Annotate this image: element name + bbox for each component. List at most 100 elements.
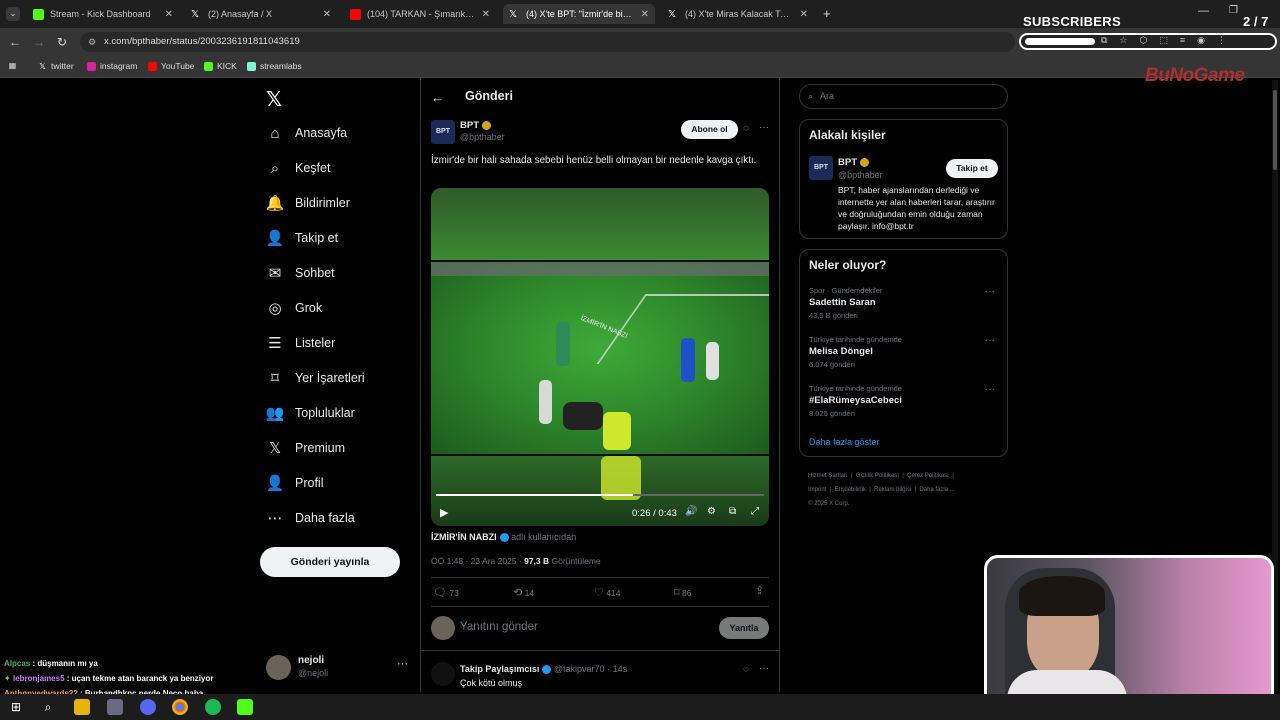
reply-text: Çok kötü olmuş (460, 678, 523, 688)
site-info-icon[interactable]: ⚙ (88, 32, 96, 52)
reload-icon[interactable]: ↻ (57, 35, 67, 49)
nav-item-premium[interactable]: 𝕏 Premium (266, 439, 345, 457)
close-tab-icon[interactable]: ✕ (482, 9, 490, 20)
apps-grid-icon[interactable]: ▦ (8, 61, 21, 70)
tab-youtube-tarkan[interactable]: (104) TARKAN - Şımarık (Of ✕ (344, 4, 496, 24)
nav-item-topluluklar[interactable]: 👥 Topluluklar (266, 404, 355, 422)
video-progress-track[interactable] (436, 494, 764, 496)
trend-item[interactable]: Sadettin Saran (809, 297, 876, 308)
minimize-icon[interactable]: — (1198, 5, 1209, 17)
footer-link[interactable]: Gizlilik Politikası (856, 473, 899, 479)
footer-link[interactable]: Daha fazla ... (919, 487, 954, 493)
related-name[interactable]: BPT (838, 157, 869, 168)
footer-link[interactable]: Reklam bilgisi (874, 487, 911, 493)
bookmark-youtube[interactable]: YouTube (148, 61, 194, 71)
follow-button[interactable]: Takip et (946, 159, 998, 178)
close-tab-icon[interactable]: ✕ (165, 9, 173, 20)
trend-more-icon[interactable]: ··· (985, 286, 995, 297)
close-tab-icon[interactable]: ✕ (323, 9, 331, 20)
account-menu-icon[interactable]: ··· (397, 658, 408, 670)
nav-item-profil[interactable]: 👤 Profil (266, 474, 324, 492)
account-name[interactable]: nejoli (298, 655, 324, 666)
share-icon[interactable]: ⇪ (755, 584, 764, 597)
author-name[interactable]: BPT (460, 120, 491, 131)
nav-item-bildirimler[interactable]: 🔔 Bildirimler (266, 194, 350, 212)
forward-icon[interactable]: → (33, 35, 45, 49)
tab-miras-tweetler[interactable]: 𝕏 (4) X'te Miras Kalacak Tweetler✕ (662, 4, 814, 24)
trend-item[interactable]: #ElaRümeysaCebeci (809, 395, 902, 406)
nav-item-daha-fazla[interactable]: ⋯ Daha fazla (266, 509, 355, 527)
more-options-icon[interactable]: ··· (759, 663, 769, 674)
author-avatar[interactable]: BPT (431, 120, 455, 144)
reply-input[interactable]: Yanıtını gönder (460, 621, 538, 633)
tab-bpt-post[interactable]: 𝕏 (4) X'te BPT: "İzmir'de bir halı sa✕ (503, 4, 655, 24)
like-action[interactable]: ♡ 414 (594, 586, 620, 599)
close-tab-icon[interactable]: ✕ (800, 9, 808, 20)
tab-x-home[interactable]: 𝕏 (2) Anasayfa / X ✕ (185, 4, 337, 24)
repost-action[interactable]: ⟲ 14 (513, 586, 534, 599)
nav-item-listeler[interactable]: ☰ Listeler (266, 334, 335, 352)
related-avatar[interactable]: BPT (809, 156, 833, 180)
fullscreen-icon[interactable]: ⤢ (751, 506, 759, 517)
subscribe-button[interactable]: Abone ol (681, 120, 738, 139)
search-input[interactable]: ⌕ Ara (799, 84, 1008, 109)
back-icon[interactable]: ← (9, 35, 21, 49)
bookmark-twitter[interactable]: 𝕏twitter (38, 61, 73, 71)
trend-item[interactable]: Melisa Döngel (809, 346, 873, 357)
windows-start-icon[interactable]: ⊞ (8, 699, 24, 715)
url-input[interactable]: ⚙ x.com/bpthaber/status/2003236191811043… (80, 32, 1015, 52)
nav-item-yer-i-şaretleri[interactable]: ⌑ Yer İşaretleri (266, 369, 365, 387)
tab-search-chevron-icon[interactable]: ⌄ (6, 7, 20, 21)
nav-item-sohbet[interactable]: ✉ Sohbet (266, 264, 335, 282)
show-more-link[interactable]: Daha fazla göster (809, 437, 880, 447)
reply-button[interactable]: Yanıtla (719, 617, 769, 639)
file-explorer-icon[interactable] (74, 699, 90, 715)
bookmark-kick[interactable]: KICK (204, 61, 237, 71)
nav-item-takip-et[interactable]: 👤 Takip et (266, 229, 338, 247)
source-attribution[interactable]: İZMİR'İN NABZI adlı kullanıcıdan (431, 532, 576, 543)
more-options-icon[interactable]: ··· (759, 122, 769, 133)
grok-icon[interactable]: ◌ (743, 664, 749, 675)
footer-link[interactable]: Hizmet Şartları (808, 473, 848, 479)
reply-author-avatar[interactable] (431, 662, 455, 686)
kick-icon[interactable] (237, 699, 253, 715)
video-player[interactable]: İZMİR'İN NABZI ▶ 0:26 / 0:43 🔊 ⚙ ⧉ ⤢ (431, 188, 769, 526)
footer-link[interactable]: Imprint (808, 487, 826, 493)
app-icon[interactable] (107, 699, 123, 715)
tab-kick-dashboard[interactable]: Stream - Kick Dashboard ✕ (27, 4, 179, 24)
reply-author[interactable]: Takip Paylaşımcısı @takipvar70 · 14s (460, 664, 627, 675)
trend-more-icon[interactable]: ··· (985, 384, 995, 395)
close-tab-icon[interactable]: ✕ (641, 9, 649, 20)
post-button[interactable]: Gönderi yayınla (260, 547, 400, 577)
search-icon[interactable]: ⌕ (40, 699, 56, 715)
avatar[interactable] (266, 655, 291, 680)
spotify-icon[interactable] (205, 699, 221, 715)
youtube-icon (148, 61, 157, 71)
chat-message: Alpcas : düşmanın mı ya (4, 659, 98, 668)
nav-item-grok[interactable]: ◎ Grok (266, 299, 322, 317)
browser-toolbar-icons[interactable]: ⧉☆⬡⬚≡◉⋮ (1101, 35, 1238, 46)
grok-icon[interactable]: ◌ (743, 123, 749, 134)
new-tab-icon[interactable]: + (823, 6, 831, 21)
maximize-icon[interactable]: ❐ (1229, 5, 1238, 16)
pip-icon[interactable]: ⧉ (729, 506, 736, 517)
play-icon[interactable]: ▶ (440, 506, 448, 519)
nav-item-anasayfa[interactable]: ⌂ Anasayfa (266, 124, 347, 142)
x-logo-icon: 𝕏 (509, 8, 518, 20)
reply-action[interactable]: 🗨 73 (433, 586, 459, 599)
bookmark-instagram[interactable]: instagram (87, 61, 137, 71)
settings-icon[interactable]: ⚙ (707, 506, 716, 517)
x-logo-icon[interactable]: 𝕏 (266, 87, 282, 112)
discord-icon[interactable] (140, 699, 156, 715)
bookmark-action[interactable]: ⌑ 86 (674, 586, 692, 599)
chrome-icon[interactable] (172, 699, 188, 715)
back-arrow-icon[interactable]: ← (431, 90, 444, 105)
bookmark-streamlabs[interactable]: streamlabs (247, 61, 302, 71)
volume-icon[interactable]: 🔊 (685, 506, 697, 517)
subscribers-progress-bar: ⧉☆⬡⬚≡◉⋮ (1019, 33, 1277, 50)
scrollbar-thumb[interactable] (1273, 90, 1277, 170)
footer-link[interactable]: Çerez Politikası (907, 473, 949, 479)
trend-more-icon[interactable]: ··· (985, 335, 995, 346)
footer-link[interactable]: Erişilebilirlik (835, 487, 866, 493)
nav-item-keşfet[interactable]: ⌕ Keşfet (266, 159, 331, 177)
